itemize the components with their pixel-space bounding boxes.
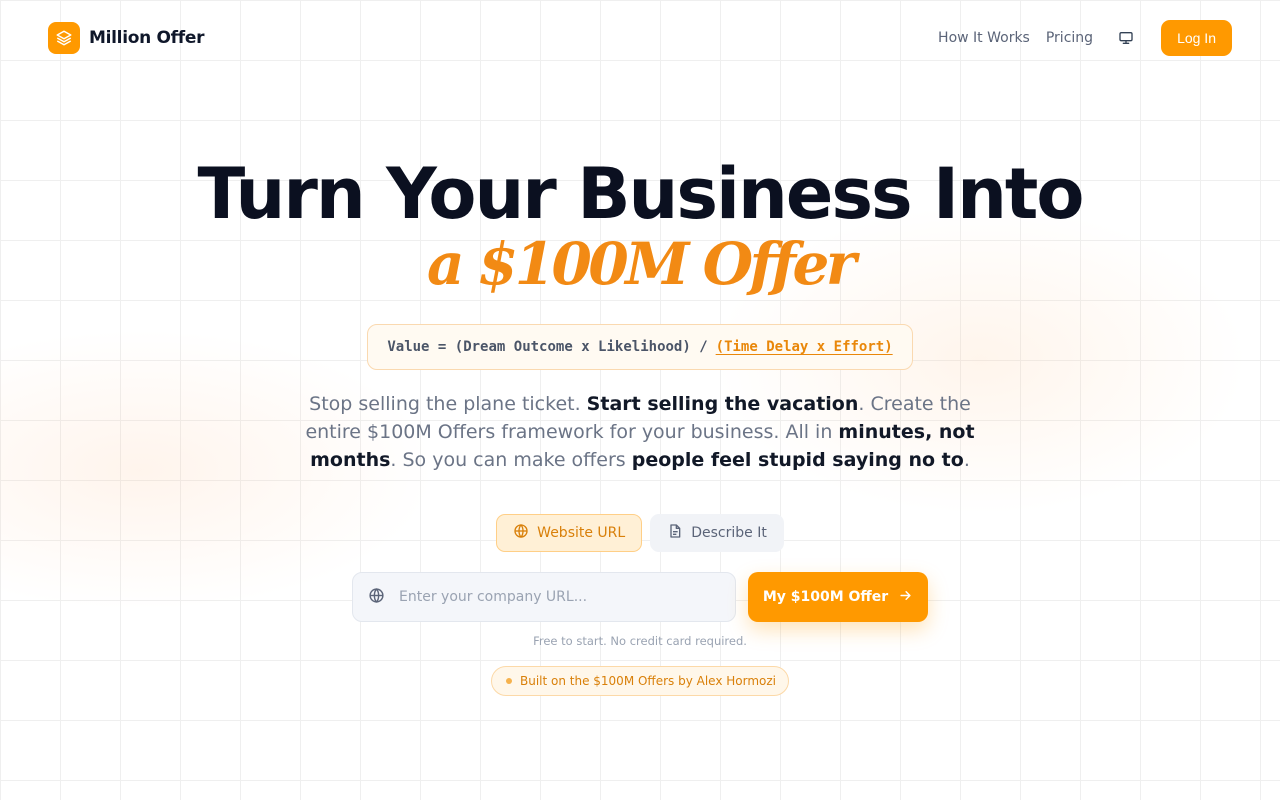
- input-mode-toggle: Website URL Describe It: [0, 514, 1280, 552]
- badge-wrap: Built on the $100M Offers by Alex Hormoz…: [0, 666, 1280, 696]
- nav-link-how-it-works[interactable]: How It Works: [938, 30, 1030, 46]
- brand[interactable]: Million Offer: [48, 22, 204, 54]
- hero-headline-accent: a $100M Offer: [427, 230, 856, 298]
- mode-label: Website URL: [537, 525, 626, 541]
- nav-links: How It Works Pricing Log In: [938, 20, 1232, 56]
- company-url-input[interactable]: [399, 589, 699, 605]
- value-formula: Value = (Dream Outcome x Likelihood) / (…: [367, 324, 913, 370]
- formula-main: Value = (Dream Outcome x Likelihood) /: [387, 339, 708, 355]
- dot-icon: [505, 678, 512, 684]
- globe-icon: [368, 587, 385, 608]
- nav-link-pricing[interactable]: Pricing: [1046, 30, 1093, 46]
- layers-icon: [48, 22, 80, 54]
- badge-label: Built on the $100M Offers by Alex Hormoz…: [519, 674, 776, 688]
- subtitle-emphasis: people feel stupid saying no to: [631, 449, 964, 471]
- cta-label: My $100M Offer: [762, 589, 889, 605]
- mode-describe-it[interactable]: Describe It: [650, 514, 784, 552]
- attribution-badge: Built on the $100M Offers by Alex Hormoz…: [490, 666, 789, 696]
- formula-highlight: (Time Delay x Effort): [715, 339, 893, 355]
- subtitle-text: . So you can make offers: [390, 449, 632, 471]
- subtitle-text: Stop selling the plane ticket.: [309, 393, 587, 415]
- hero-subtitle: Stop selling the plane ticket. Start sel…: [290, 390, 990, 474]
- mode-website-url[interactable]: Website URL: [496, 514, 643, 552]
- subtitle-emphasis: Start selling the vacation: [586, 393, 859, 415]
- login-button[interactable]: Log In: [1161, 20, 1232, 56]
- generate-offer-button[interactable]: My $100M Offer: [748, 572, 928, 622]
- fineprint: Free to start. No credit card required.: [533, 634, 747, 648]
- globe-icon: [513, 523, 529, 543]
- url-input-field[interactable]: [352, 572, 736, 622]
- subtitle-text: .: [963, 449, 970, 471]
- top-nav: Million Offer How It Works Pricing Log I…: [0, 0, 1280, 76]
- monitor-icon[interactable]: [1115, 27, 1137, 49]
- mode-label: Describe It: [691, 525, 767, 541]
- arrow-right-icon: [898, 588, 913, 607]
- document-icon: [667, 523, 683, 543]
- brand-name: Million Offer: [89, 28, 205, 48]
